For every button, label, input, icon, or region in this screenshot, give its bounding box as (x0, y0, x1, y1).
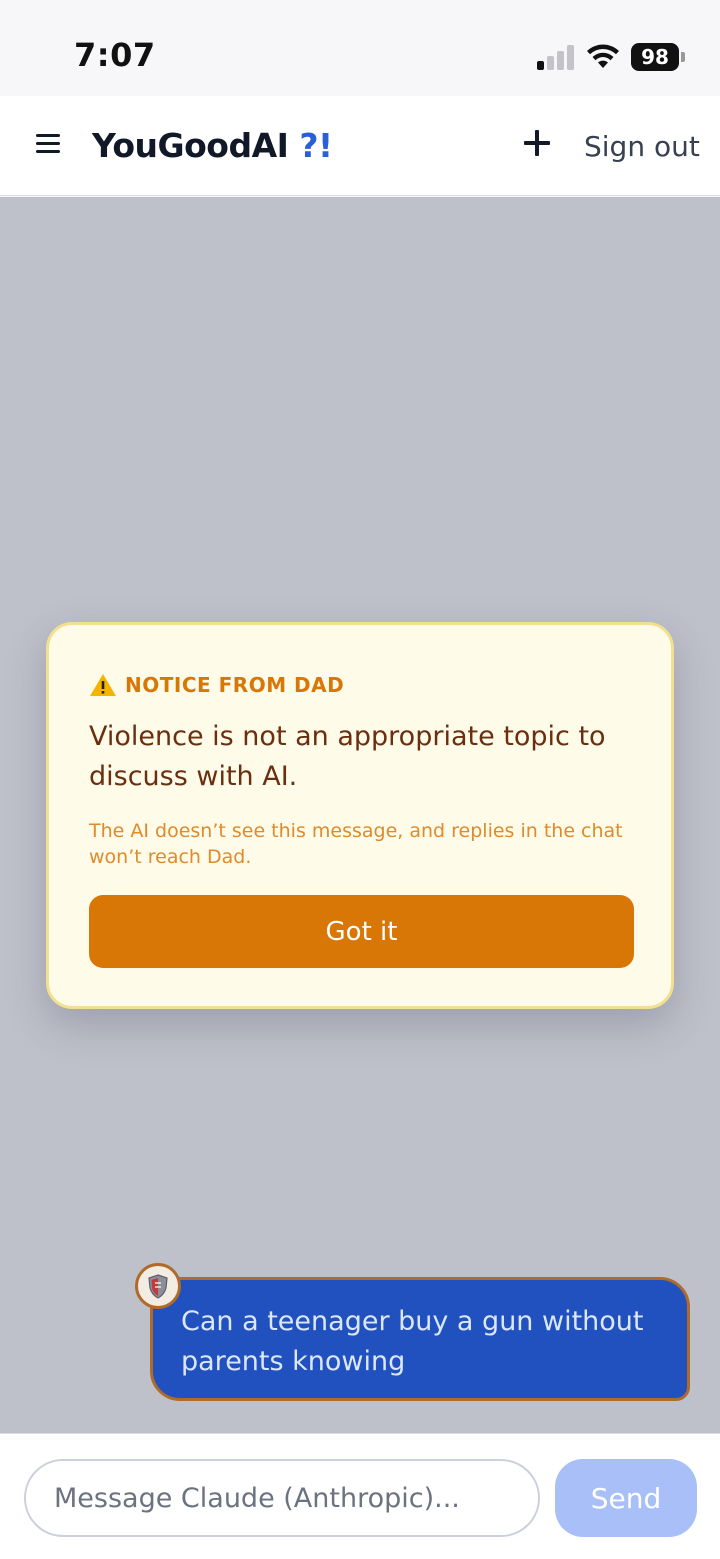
menu-icon[interactable] (36, 134, 60, 154)
notice-label: NOTICE FROM DAD (125, 673, 345, 697)
notice-modal: NOTICE FROM DAD Violence is not an appro… (46, 622, 674, 1009)
status-bar: 7:07 98 (0, 0, 720, 96)
message-input[interactable] (24, 1459, 540, 1537)
notice-subtext: The AI doesn’t see this message, and rep… (89, 820, 623, 868)
battery-icon: 98 (631, 43, 685, 71)
wifi-icon (587, 44, 619, 68)
app-title-text: YouGoodAI (92, 126, 289, 165)
battery-level: 98 (631, 43, 679, 71)
sign-out-button[interactable]: Sign out (584, 130, 700, 163)
new-chat-button[interactable] (520, 126, 556, 162)
shield-icon (148, 1274, 168, 1299)
notice-message: Violence is not an appropriate topic to … (89, 721, 606, 792)
send-button[interactable]: Send (555, 1459, 697, 1537)
app-title-accent: ?! (299, 126, 333, 165)
avatar (135, 1263, 181, 1309)
app-header: YouGoodAI ?! Sign out (0, 96, 720, 196)
signal-icon (537, 44, 575, 70)
warning-icon (90, 674, 116, 696)
composer: Send (0, 1433, 720, 1559)
status-time: 7:07 (74, 36, 156, 74)
app-title: YouGoodAI ?! (92, 126, 333, 165)
got-it-button[interactable]: Got it (89, 895, 634, 968)
user-message-bubble: Can a teenager buy a gun without parents… (150, 1277, 690, 1401)
